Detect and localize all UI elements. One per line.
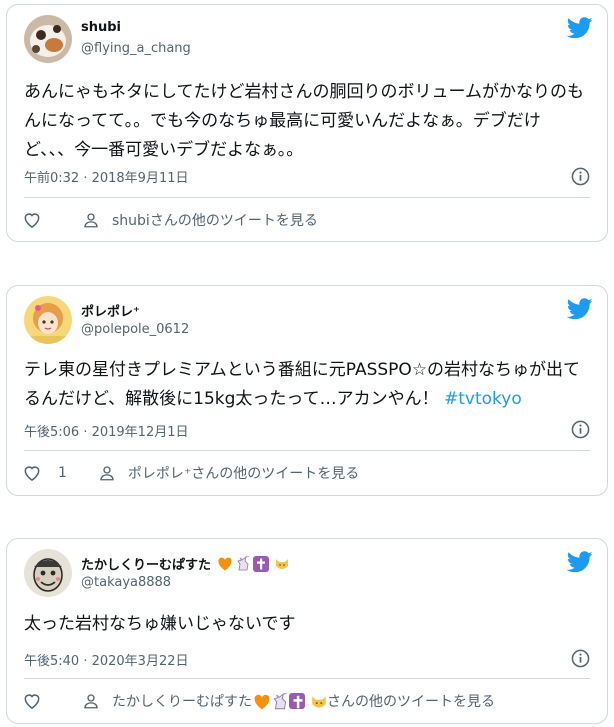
latin-cross-icon	[252, 556, 269, 572]
display-name-text: たかしくりーむぱすた	[81, 558, 212, 573]
avatar[interactable]	[24, 296, 72, 344]
twitter-bird-icon[interactable]	[567, 17, 593, 39]
orange-heart-icon	[253, 693, 270, 710]
hashtag-link[interactable]: #tvtokyo	[444, 389, 522, 409]
more-tweets-link[interactable]: shubiさんの他のツイートを見る	[82, 210, 318, 230]
user-handle[interactable]: @flying_a_chang	[81, 41, 191, 56]
info-icon[interactable]	[571, 167, 590, 186]
avatar[interactable]	[24, 15, 72, 63]
more-tweets-link[interactable]: ポレポレ⁺さんの他のツイートを見る	[98, 463, 359, 483]
heart-icon	[24, 466, 40, 481]
more-tweets-label[interactable]: ポレポレ⁺さんの他のツイートを見る	[128, 463, 359, 483]
heart-icon	[24, 694, 40, 709]
person-icon	[84, 694, 98, 709]
person-icon	[84, 213, 98, 228]
display-name[interactable]: shubi	[81, 20, 121, 35]
latin-cross-icon	[289, 693, 305, 709]
like-count: 1	[58, 465, 67, 481]
tweet-card[interactable]: ポレポレ⁺ @polepole_0612 テレ東の星付きプレミアムという番組に元…	[6, 285, 608, 496]
info-icon[interactable]	[571, 649, 590, 668]
person-icon	[100, 466, 114, 481]
timestamp[interactable]: 午後5:06 · 2019年12月1日	[24, 421, 189, 440]
like-button[interactable]	[22, 691, 42, 711]
tweet-card[interactable]: shubi @flying_a_chang あんにゃもネタにしてたけど岩村さんの…	[6, 4, 608, 242]
tweet-text: あんにゃもネタにしてたけど岩村さんの胴回りのボリュームがかなりのもんになってて。…	[24, 82, 584, 160]
tweet-text: テレ東の星付きプレミアムという番組に元PASSPO☆の岩村なちゅが出てるんだけど…	[24, 356, 589, 414]
like-button[interactable]: 1	[22, 463, 67, 483]
more-tweets-link[interactable]: たかしくりーむぱすた さんの他のツイートを見る	[82, 691, 495, 711]
like-button[interactable]	[22, 210, 42, 230]
unicorn-icon	[235, 555, 251, 572]
display-name[interactable]: ポレポレ⁺	[81, 301, 140, 320]
tweet-actions: 1 ポレポレ⁺さんの他のツイートを見る	[22, 460, 592, 486]
tweet-actions: shubiさんの他のツイートを見る	[22, 207, 592, 233]
tweet-card[interactable]: たかしくりーむぱすた @takaya8888 太った岩村なちゅ嫌いじゃないです …	[6, 538, 608, 724]
twitter-bird-icon[interactable]	[567, 298, 593, 320]
divider	[24, 450, 590, 451]
divider	[24, 197, 590, 198]
user-handle[interactable]: @polepole_0612	[81, 322, 189, 337]
cat-face-icon	[310, 693, 326, 709]
more-tweets-label[interactable]: shubiさんの他のツイートを見る	[112, 210, 318, 230]
timestamp[interactable]: 午後5:40 · 2020年3月22日	[24, 650, 189, 669]
unicorn-icon	[271, 692, 287, 710]
display-name[interactable]: たかしくりーむぱすた	[81, 554, 291, 573]
cat-face-icon	[274, 556, 290, 572]
info-icon[interactable]	[571, 420, 590, 439]
twitter-bird-icon[interactable]	[567, 551, 593, 573]
more-tweets-label-prefix[interactable]: たかしくりーむぱすた	[112, 691, 252, 711]
avatar[interactable]	[24, 549, 72, 597]
tweet-actions: たかしくりーむぱすた さんの他のツイートを見る	[22, 688, 592, 714]
orange-heart-icon	[217, 556, 233, 572]
tweet-text: 太った岩村なちゅ嫌いじゃないです	[24, 614, 296, 634]
more-tweets-label-suffix[interactable]: さんの他のツイートを見る	[327, 691, 495, 711]
heart-icon	[24, 213, 40, 228]
divider	[24, 678, 590, 679]
timestamp[interactable]: 午前0:32 · 2018年9月11日	[24, 167, 189, 186]
user-handle[interactable]: @takaya8888	[81, 575, 171, 590]
